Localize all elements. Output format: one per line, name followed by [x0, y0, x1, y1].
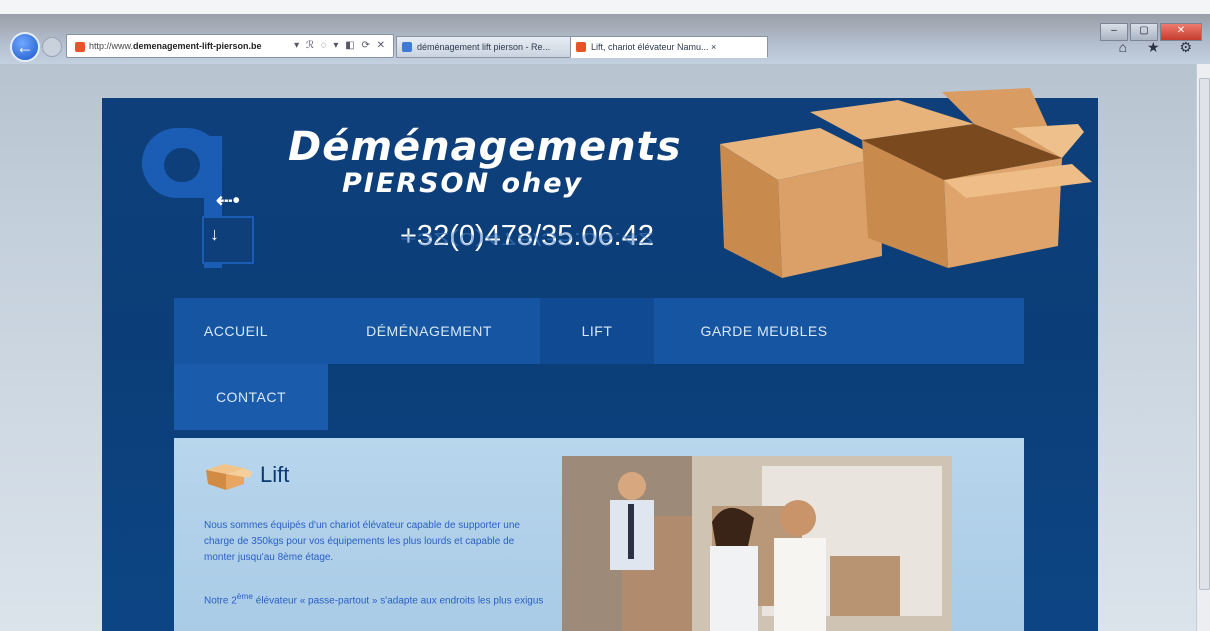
content-paragraph-1: Nous sommes équipés d'un chariot élévate… — [204, 520, 520, 563]
nav-contact[interactable]: CONTACT — [174, 364, 328, 430]
phone-reflection: +32(0)478/35.06.42 — [400, 228, 654, 248]
content-paragraph-2: Notre 2ème élévateur « passe-partout » s… — [204, 588, 544, 609]
tab-favicon-icon — [402, 42, 412, 52]
browser-toolbar: ← http://www.demenagement-lift-pierson.b… — [0, 20, 1210, 64]
main-nav: ACCUEIL DÉMÉNAGEMENT LIFT GARDE MEUBLES — [174, 298, 1024, 364]
logo-shape-inner — [164, 148, 200, 182]
address-domain: demenagement-lift-pierson.be — [133, 41, 262, 51]
tab-favicon-icon — [576, 42, 586, 52]
browser-right-icons[interactable]: ⌂ ★ ⚙ — [1119, 39, 1200, 56]
logo-arrow-icon: ⇠• — [216, 190, 240, 212]
content-heading: Lift — [260, 462, 290, 487]
back-button[interactable]: ← — [10, 32, 40, 62]
content-panel: Lift Nous sommes équipés d'un chariot él… — [174, 438, 1024, 631]
para2-text-pre: Notre 2 — [204, 595, 237, 607]
site-logo[interactable]: ⇠• ↓ — [142, 128, 262, 268]
site-title: Déménagements — [288, 124, 682, 170]
para2-text-post: élévateur « passe-partout » s'adapte aux… — [253, 595, 544, 607]
address-controls[interactable]: ▾ ℛ ◌ ▾ ◧ ⟳ ✕ — [294, 35, 387, 57]
tab-label: Lift, chariot élévateur Namu... × — [591, 42, 717, 52]
nav-demenagement[interactable]: DÉMÉNAGEMENT — [324, 298, 534, 364]
scrollbar[interactable] — [1196, 64, 1210, 631]
para2-superscript: ème — [236, 591, 253, 601]
forward-button[interactable] — [42, 37, 62, 57]
back-arrow-icon: ← — [16, 37, 34, 57]
tab-inactive[interactable]: déménagement lift pierson - Re... — [396, 36, 588, 58]
main-nav-row2: CONTACT — [174, 364, 328, 430]
site-subtitle: PIERSON ohey — [342, 168, 584, 199]
box-icon — [206, 464, 252, 490]
site-container: ⇠• ↓ Déménagements PIERSON ohey +32(0)47… — [102, 88, 1098, 631]
boxes-illustration — [720, 88, 1092, 278]
tab-label: déménagement lift pierson - Re... — [417, 42, 551, 52]
nav-lift[interactable]: LIFT — [540, 298, 654, 364]
address-prefix: http://www. — [89, 41, 134, 51]
favicon-icon — [75, 41, 85, 52]
nav-accueil[interactable]: ACCUEIL — [174, 298, 298, 364]
address-bar[interactable]: http://www.demenagement-lift-pierson.be … — [66, 34, 394, 58]
nav-garde-meubles[interactable]: GARDE MEUBLES — [654, 298, 874, 364]
movers-photo — [562, 456, 952, 631]
tab-active[interactable]: Lift, chariot élévateur Namu... × — [570, 36, 768, 58]
logo-dot-icon: ↓ — [210, 224, 219, 244]
scroll-thumb[interactable] — [1199, 78, 1210, 590]
